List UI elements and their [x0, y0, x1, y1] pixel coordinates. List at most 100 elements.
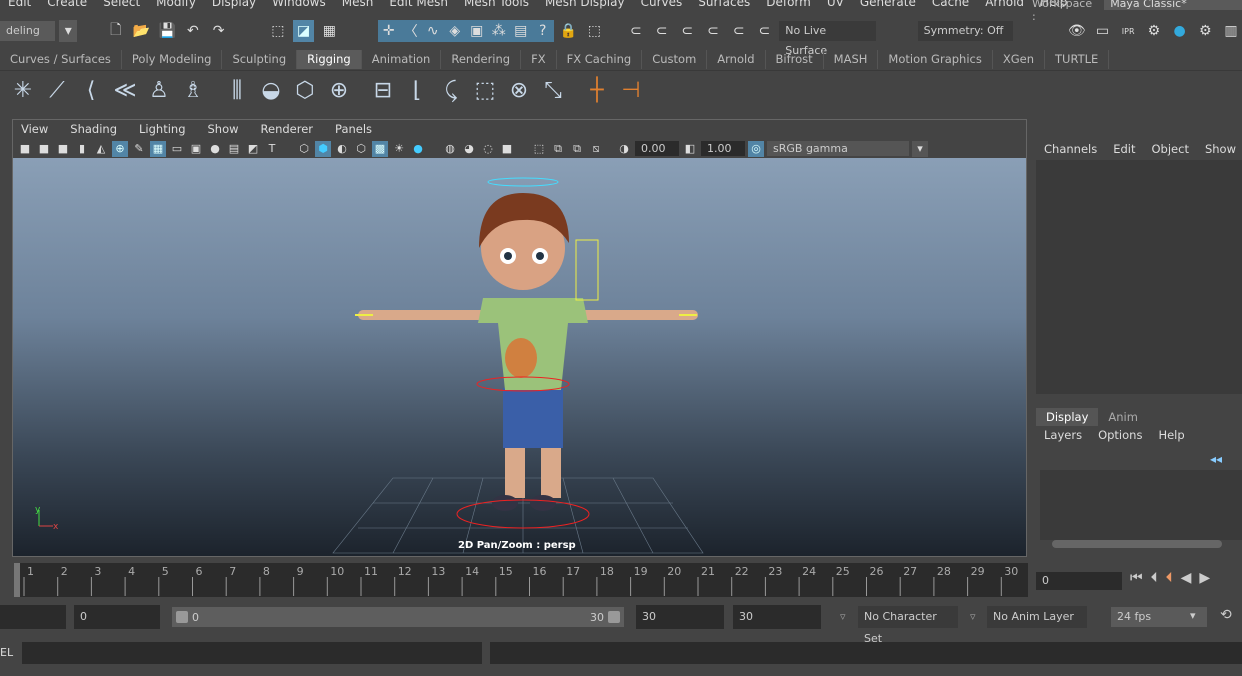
redo-icon[interactable]: ↷: [208, 20, 230, 42]
grid-icon[interactable]: ▦: [150, 140, 166, 157]
smooth-shade-icon[interactable]: ⬢: [315, 140, 331, 157]
render-view-icon[interactable]: 👁: [1066, 20, 1088, 42]
wireframe-on-shaded-icon[interactable]: ⬡: [353, 141, 369, 157]
colorspace-dropdown[interactable]: sRGB gamma: [767, 141, 909, 156]
shelf-tab-fx-caching[interactable]: FX Caching: [557, 50, 643, 69]
menu-item-display[interactable]: Display: [212, 0, 256, 9]
bind-skin-icon[interactable]: ⫼: [222, 76, 252, 106]
range-start-handle[interactable]: [176, 611, 188, 623]
hypershade-icon[interactable]: ●: [1169, 20, 1191, 42]
command-language-label[interactable]: EL: [0, 646, 13, 659]
shelf-tab-poly-modeling[interactable]: Poly Modeling: [122, 50, 223, 69]
default-material-icon[interactable]: ◐: [334, 141, 350, 157]
safe-title-icon[interactable]: T: [264, 141, 280, 157]
start-time-field[interactable]: 0: [74, 605, 160, 629]
command-line-input[interactable]: [22, 642, 482, 664]
face-control-panel[interactable]: [575, 239, 599, 301]
color-management-icon[interactable]: ◎: [748, 140, 764, 157]
select-hierarchy-icon[interactable]: ⬚: [267, 20, 289, 42]
gate-mask-icon[interactable]: ●: [207, 141, 223, 157]
ik-spline-icon-2[interactable]: ≪: [110, 76, 140, 106]
joint-tool-icon[interactable]: ✳: [8, 76, 38, 106]
range-slider[interactable]: 0 30: [172, 607, 624, 627]
camera-icon[interactable]: ■: [17, 141, 33, 157]
menu-item-mesh-display[interactable]: Mesh Display: [545, 0, 625, 9]
menu-item-uv[interactable]: UV: [827, 0, 844, 9]
layer-menu-layers[interactable]: Layers: [1044, 428, 1082, 442]
menu-item-edit-mesh[interactable]: Edit Mesh: [389, 0, 448, 9]
symmetry-dropdown[interactable]: Symmetry: Off: [917, 21, 1013, 41]
snap-curve-icon[interactable]: 〈: [400, 20, 422, 42]
menu-item-select[interactable]: Select: [103, 0, 140, 9]
tab-anim[interactable]: Anim: [1098, 408, 1148, 426]
camera-attributes-icon[interactable]: ■: [55, 141, 71, 157]
range-blank-field[interactable]: [0, 605, 66, 629]
ambient-occlusion-icon[interactable]: ◍: [442, 141, 458, 157]
end-time-field[interactable]: 30: [636, 605, 724, 629]
grease-pencil-icon[interactable]: ✎: [131, 141, 147, 157]
shelf-tab-rendering[interactable]: Rendering: [441, 50, 522, 69]
panel-menu-shading[interactable]: Shading: [70, 120, 117, 139]
chevron-down-icon[interactable]: ▾: [912, 140, 928, 157]
panel-menu-lighting[interactable]: Lighting: [139, 120, 185, 139]
save-scene-icon[interactable]: 💾: [156, 20, 178, 42]
character-set-dropdown[interactable]: No Character Set: [858, 606, 958, 645]
range-end-handle[interactable]: [608, 611, 620, 623]
current-time-marker[interactable]: [10, 563, 20, 597]
tab-display[interactable]: Display: [1036, 408, 1099, 426]
paint-weights-icon[interactable]: ◒: [256, 76, 286, 106]
menu-item-surfaces[interactable]: Surfaces: [698, 0, 750, 9]
render-icon[interactable]: ▭: [1092, 20, 1114, 42]
snap-mesh-icon[interactable]: ⁂: [488, 20, 510, 42]
menu-item-edit[interactable]: Edit: [8, 0, 31, 9]
menu-item-deform[interactable]: Deform: [766, 0, 811, 9]
panel-menu-view[interactable]: View: [21, 120, 48, 139]
panel-menu-panels[interactable]: Panels: [335, 120, 372, 139]
locator-icon[interactable]: ⊟: [368, 76, 398, 106]
bookmark-icon[interactable]: ▮: [74, 141, 90, 157]
custom-tool-icon[interactable]: ┼: [582, 76, 612, 106]
chevron-down-icon[interactable]: ▾: [1190, 609, 1196, 622]
shelf-tab-turtle[interactable]: TURTLE: [1045, 50, 1110, 69]
horizontal-scrollbar[interactable]: [1052, 540, 1222, 548]
layer-menu-help[interactable]: Help: [1158, 428, 1184, 442]
step-back-frame-icon[interactable]: ⏴: [1166, 570, 1173, 586]
shelf-tab-motion-graphics[interactable]: Motion Graphics: [878, 50, 993, 69]
menu-item-mesh-tools[interactable]: Mesh Tools: [464, 0, 529, 9]
custom-tool-icon-2[interactable]: ⊣: [616, 76, 646, 106]
magnet-icon[interactable]: ⊂: [754, 20, 776, 42]
orient-constraint-icon[interactable]: ⬚: [470, 76, 500, 106]
ik-spline-icon[interactable]: ⟨: [76, 76, 106, 106]
go-to-start-icon[interactable]: ⏮: [1130, 570, 1143, 586]
skeleton-icon[interactable]: ♗: [178, 76, 208, 106]
shelf-tab-sculpting[interactable]: Sculpting: [222, 50, 298, 69]
channel-box-content[interactable]: [1036, 160, 1242, 394]
cluster-icon[interactable]: ⊕: [324, 76, 354, 106]
aim-constraint-icon[interactable]: ⤹: [436, 76, 466, 106]
menu-item-mesh[interactable]: Mesh: [342, 0, 374, 9]
lights-icon[interactable]: ☀: [391, 141, 407, 157]
shelf-tab-rigging[interactable]: Rigging: [297, 50, 362, 69]
menuset-dropdown[interactable]: deling: [0, 21, 56, 41]
xray-components-icon[interactable]: ⧅: [588, 141, 604, 157]
ik-handle-icon[interactable]: ⟋: [42, 76, 72, 106]
layer-list[interactable]: [1040, 470, 1242, 540]
menu-item-generate[interactable]: Generate: [860, 0, 916, 9]
menu-item-cache[interactable]: Cache: [932, 0, 969, 9]
anim-end-field[interactable]: 30: [733, 605, 821, 629]
snap-pivot-icon[interactable]: ▤: [510, 20, 532, 42]
menu-item-create[interactable]: Create: [47, 0, 87, 9]
layer-arrows-icon[interactable]: ◂◂: [1210, 452, 1222, 466]
light-editor-icon[interactable]: ▥: [1220, 20, 1242, 42]
point-constraint-icon[interactable]: ⌊: [402, 76, 432, 106]
gamma-field[interactable]: 1.00: [701, 141, 745, 156]
menu-item-curves[interactable]: Curves: [641, 0, 683, 9]
step-back-key-icon[interactable]: ⏴: [1151, 570, 1158, 586]
channel-box-menu-object[interactable]: Object: [1152, 142, 1189, 160]
exposure-icon[interactable]: ◑: [616, 141, 632, 157]
menu-item-modify[interactable]: Modify: [156, 0, 196, 9]
open-scene-icon[interactable]: 📂: [131, 20, 153, 42]
magnet-icon[interactable]: ⊂: [676, 20, 698, 42]
image-plane-icon[interactable]: ◭: [93, 141, 109, 157]
anim-layer-dropdown[interactable]: No Anim Layer: [987, 606, 1087, 628]
